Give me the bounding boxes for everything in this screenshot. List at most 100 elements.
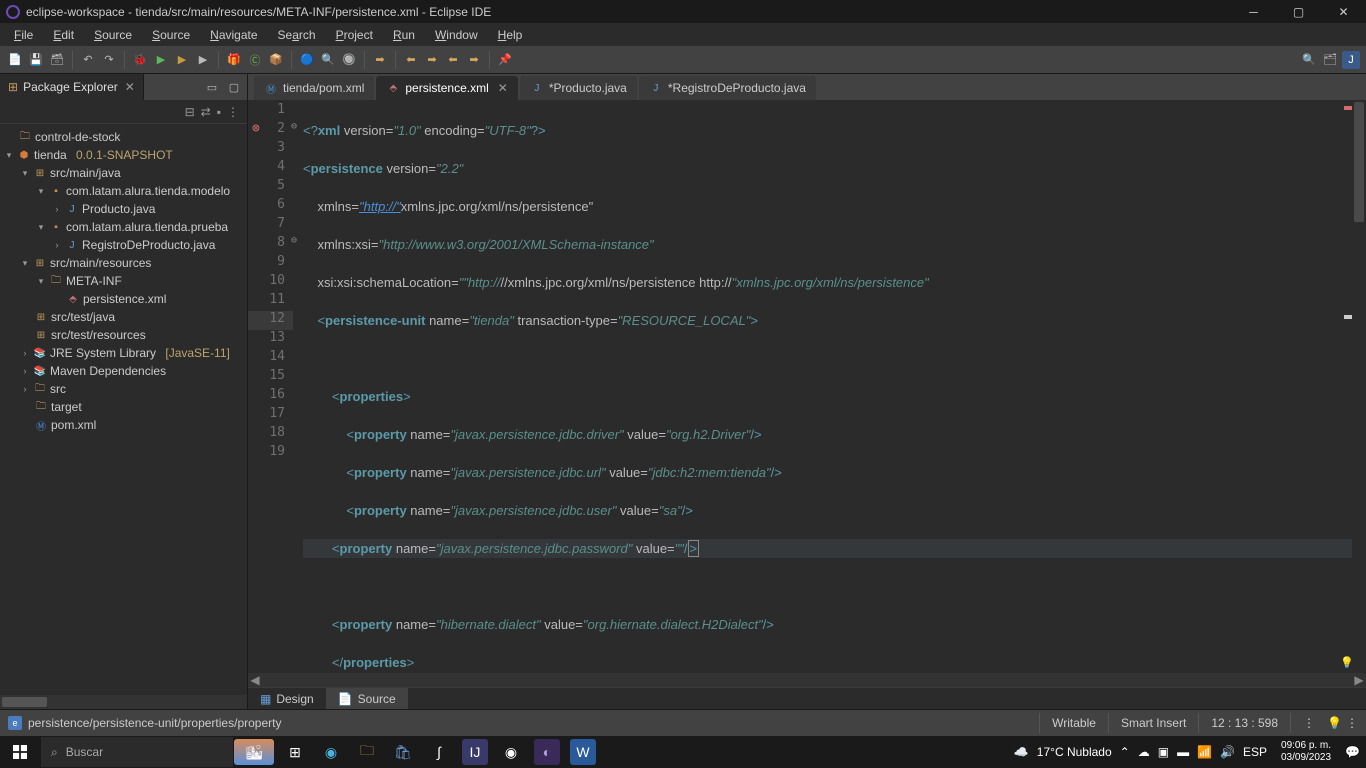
menu-project[interactable]: Project [328,25,381,45]
link-editor-icon[interactable]: ⇄ [201,105,211,119]
onedrive-icon[interactable]: ☁ [1138,745,1150,759]
new-java-button[interactable]: 🎁 [225,51,243,69]
menu-edit[interactable]: Edit [45,25,82,45]
maximize-button[interactable]: ▢ [1276,0,1321,23]
view-menu-icon[interactable]: ⋮ [227,105,239,119]
tip-icon[interactable]: 💡 [1327,716,1342,730]
java-perspective-button[interactable]: J [1342,51,1360,69]
tree-item-resources[interactable]: src/main/resources [50,256,151,270]
widgets-icon[interactable]: 🏙 [234,739,274,765]
weather-icon[interactable]: ☁️ [1014,745,1029,759]
run-button[interactable]: ▶ [152,51,170,69]
new-class-button[interactable]: Ⓒ [246,51,264,69]
app-icon[interactable]: ∫ [426,739,452,765]
minimize-button[interactable]: ─ [1231,0,1276,23]
menu-navigate[interactable]: Navigate [202,25,265,45]
search-button[interactable]: 🔍 [319,51,337,69]
back-button[interactable]: ⬅ [402,51,420,69]
tree-item-testres[interactable]: src/test/resources [51,328,146,342]
tree-item-pom[interactable]: pom.xml [51,418,96,432]
menu-source[interactable]: Source [86,25,140,45]
start-button[interactable] [0,736,40,768]
menu-help[interactable]: Help [490,25,531,45]
tree-item-prueba[interactable]: com.latam.alura.tienda.prueba [66,220,228,234]
menu-source-2[interactable]: Source [144,25,198,45]
intellij-icon[interactable]: IJ [462,739,488,765]
close-button[interactable]: ✕ [1321,0,1366,23]
taskbar-search[interactable]: ⌕ Buscar [41,737,233,767]
project-tree[interactable]: 🗀control-de-stock ▾⬢tienda 0.0.1-SNAPSHO… [0,124,247,695]
tab-persistence[interactable]: ⬘persistence.xml✕ [376,76,517,100]
coverage-button[interactable]: ▶ [173,51,191,69]
sidebar-hscroll[interactable] [0,695,247,709]
redo-button[interactable]: ↷ [100,51,118,69]
filter-icon[interactable]: ▪ [217,105,221,119]
status-more[interactable]: ⋮ [1346,716,1358,730]
eclipse-taskbar-icon[interactable]: ◐ [534,739,560,765]
menu-search[interactable]: Search [270,25,324,45]
code-editor[interactable]: <?xml version="1.0" encoding="UTF-8"?> <… [293,100,1352,673]
tree-item-tienda[interactable]: tienda [34,148,67,162]
toggle-button[interactable]: 🔘 [340,51,358,69]
language-icon[interactable]: ESP [1243,745,1267,759]
skip-button[interactable]: ➡ [371,51,389,69]
save-all-button[interactable]: 🗃 [48,51,66,69]
forward-button[interactable]: ➡ [423,51,441,69]
save-button[interactable]: 💾 [27,51,45,69]
tree-item-src[interactable]: src [50,382,66,396]
view-max-button[interactable]: ▢ [225,78,243,96]
debug-button[interactable]: 🐞 [131,51,149,69]
perspective-button[interactable]: 🗂 [1321,51,1339,69]
tree-item-metainf[interactable]: META-INF [66,274,122,288]
line-number-gutter[interactable]: 12345678910111213141516171819 [248,100,293,673]
nav-fwd-button[interactable]: ➡ [465,51,483,69]
weather-text[interactable]: 17°C Nublado [1037,745,1112,759]
collapse-all-icon[interactable]: ⊟ [185,105,195,119]
tree-item-jre[interactable]: JRE System Library [50,346,156,360]
close-tab-button[interactable]: ✕ [498,81,508,95]
notifications-icon[interactable]: 💬 [1345,745,1360,759]
editor-hscroll[interactable]: ◀▶ [248,673,1366,687]
view-min-button[interactable]: ▭ [203,78,221,96]
editor-vscroll[interactable] [1352,100,1366,673]
wifi-icon[interactable]: 📶 [1197,745,1212,759]
menu-window[interactable]: Window [427,25,486,45]
source-tab[interactable]: 📄Source [326,688,408,709]
new-package-button[interactable]: 📦 [267,51,285,69]
tree-item-control[interactable]: control-de-stock [35,130,120,144]
new-button[interactable]: 📄 [6,51,24,69]
quick-search-button[interactable]: 🔍 [1300,51,1318,69]
edge-icon[interactable]: ◉ [318,739,344,765]
chrome-icon[interactable]: ◉ [498,739,524,765]
tree-item-testjava[interactable]: src/test/java [51,310,115,324]
tree-item-mavendep[interactable]: Maven Dependencies [50,364,166,378]
overview-ruler[interactable]: 💡 [1344,100,1352,673]
store-icon[interactable]: 🛍 [390,739,416,765]
open-type-button[interactable]: 🔵 [298,51,316,69]
explorer-icon[interactable]: 🗀 [354,739,380,765]
tree-item-modelo[interactable]: com.latam.alura.tienda.modelo [66,184,230,198]
status-menu[interactable]: ⋮ [1290,713,1327,733]
tree-item-registro[interactable]: RegistroDeProducto.java [82,238,215,252]
tree-item-producto[interactable]: Producto.java [82,202,155,216]
tab-producto[interactable]: J*Producto.java [520,76,637,100]
breadcrumb[interactable]: persistence/persistence-unit/properties/… [28,716,281,730]
menu-run[interactable]: Run [385,25,423,45]
pin-button[interactable]: 📌 [496,51,514,69]
run-last-button[interactable]: ▶ [194,51,212,69]
menu-file[interactable]: File [6,25,41,45]
nav-back-button[interactable]: ⬅ [444,51,462,69]
battery-icon[interactable]: ▬ [1177,745,1189,759]
tab-registro[interactable]: J*RegistroDeProducto.java [639,76,816,100]
taskview-icon[interactable]: ⊞ [282,739,308,765]
tree-item-target[interactable]: target [51,400,82,414]
meet-icon[interactable]: ▣ [1158,745,1169,759]
tree-item-srcmainjava[interactable]: src/main/java [50,166,121,180]
undo-button[interactable]: ↶ [79,51,97,69]
volume-icon[interactable]: 🔊 [1220,745,1235,759]
design-tab[interactable]: ▦Design [248,688,326,709]
tray-chevron-icon[interactable]: ⌃ [1120,745,1130,759]
close-view-button[interactable]: ✕ [125,80,135,94]
package-explorer-tab[interactable]: ⊞ Package Explorer ✕ [0,74,144,100]
word-icon[interactable]: W [570,739,596,765]
